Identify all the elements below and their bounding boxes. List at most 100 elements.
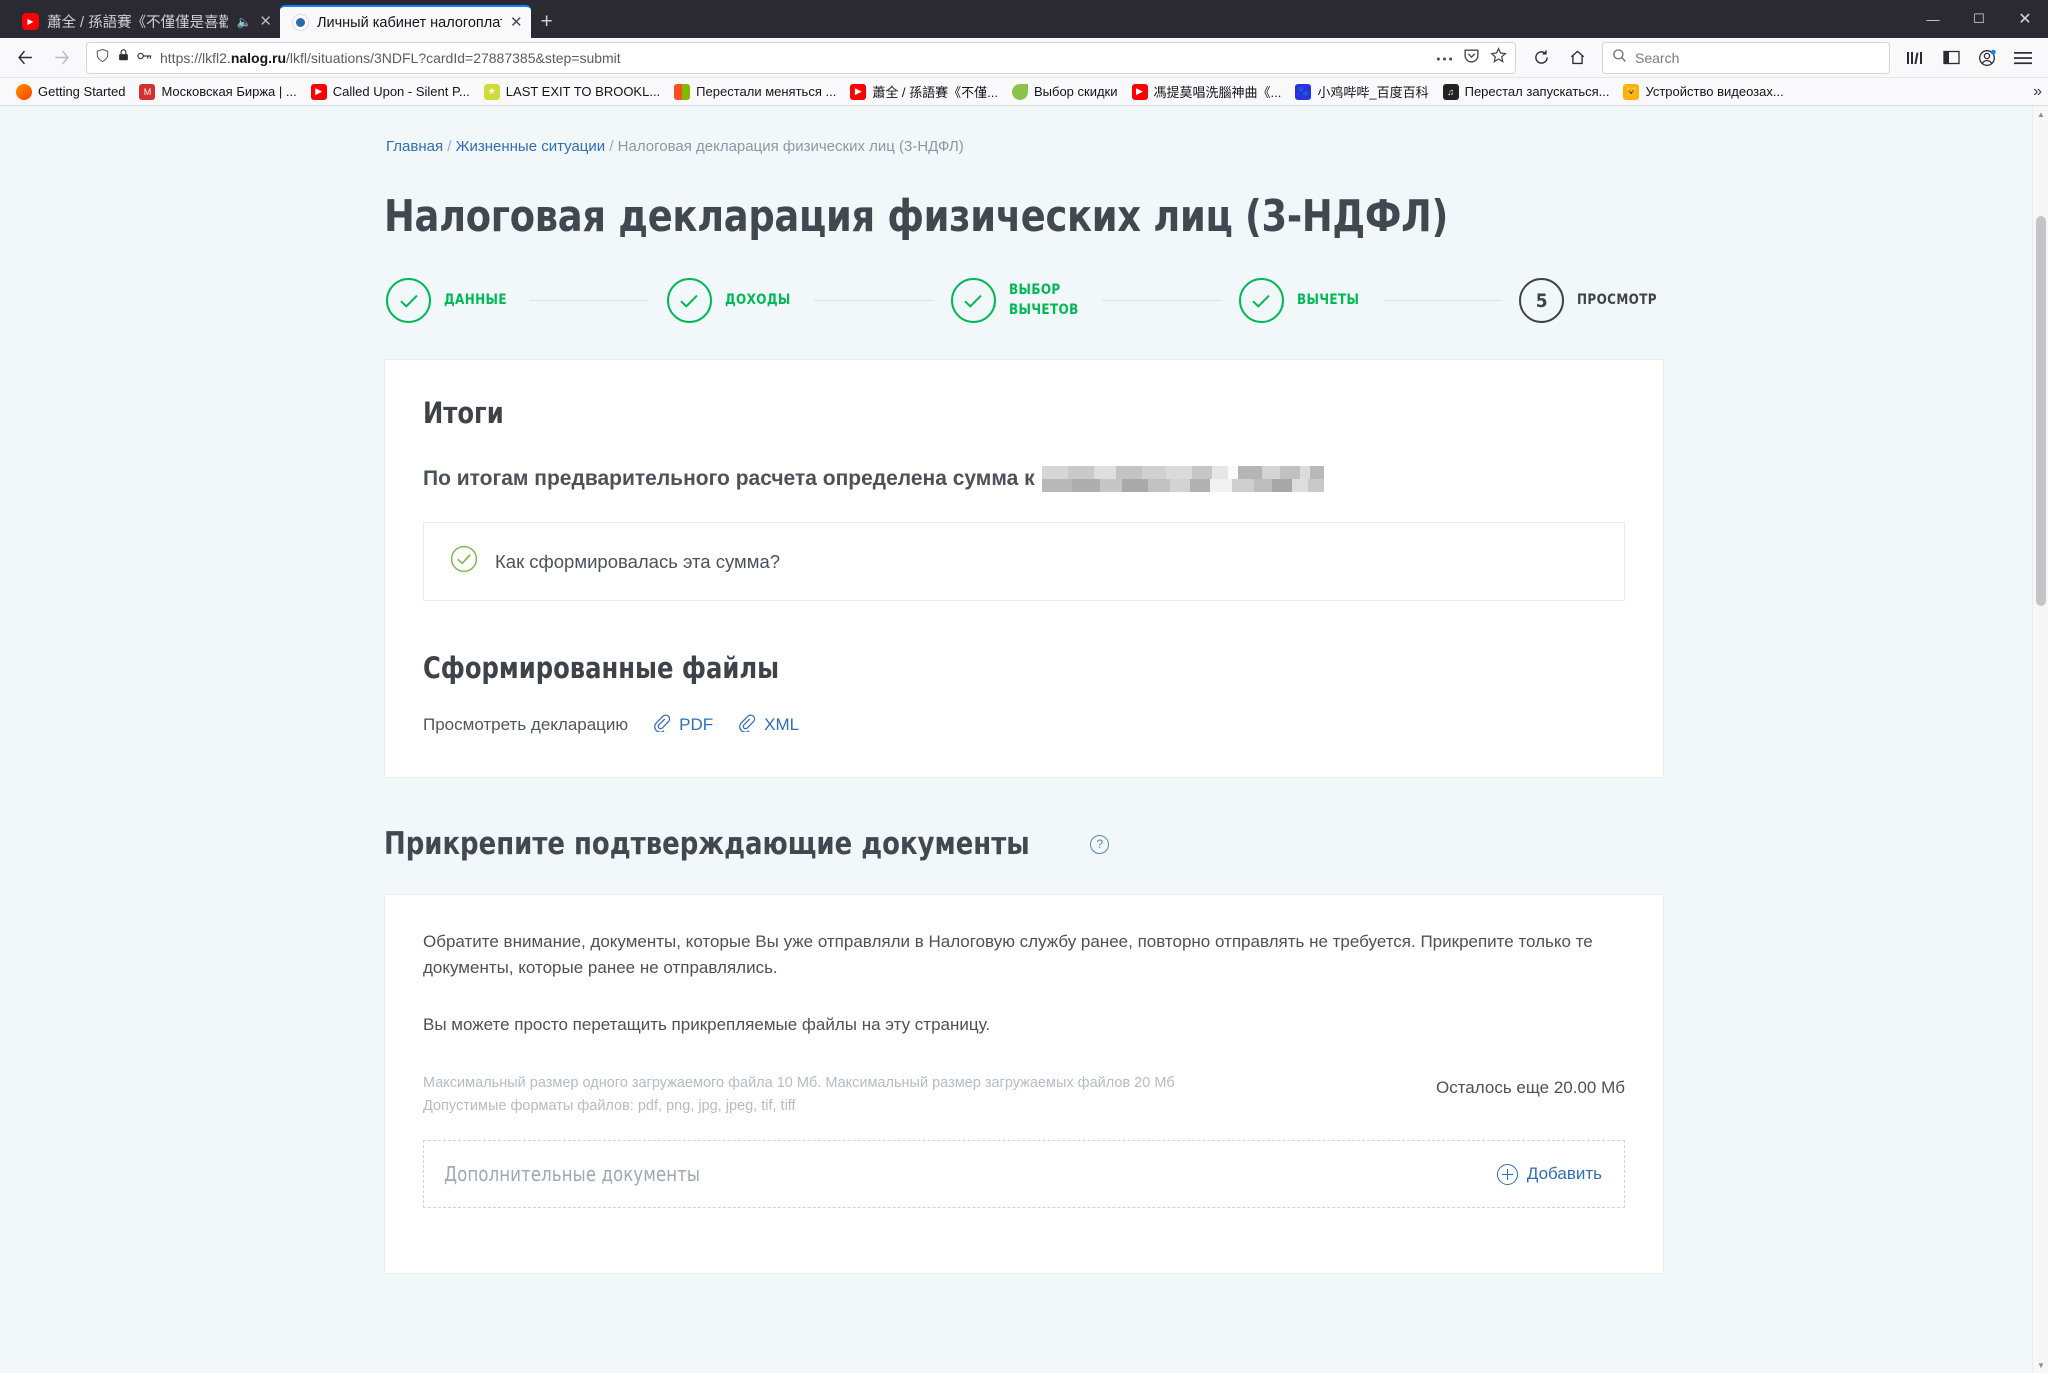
attach-card: Обратите внимание, документы, которые Вы… <box>384 894 1664 1274</box>
add-label: Добавить <box>1526 1164 1602 1184</box>
step-label: ДОХОДЫ <box>724 291 791 308</box>
reload-icon[interactable] <box>1524 42 1558 74</box>
menu-icon[interactable] <box>2006 42 2040 74</box>
attach-section-heading: Прикрепите подтверждающие документы ? <box>384 826 1664 862</box>
page-actions-icon[interactable] <box>1436 49 1453 67</box>
leaf-icon <box>1011 83 1028 100</box>
page-viewport: Главная / Жизненные ситуации / Налоговая… <box>0 106 2048 1373</box>
youtube-icon: ▶ <box>1131 83 1148 100</box>
file-dropzone[interactable]: Дополнительные документы Добавить <box>423 1140 1625 1209</box>
new-tab-button[interactable]: + <box>531 5 563 38</box>
cat-icon: 😺 <box>1623 83 1640 100</box>
window-close-button[interactable]: ✕ <box>2002 0 2048 38</box>
step-check-icon <box>1238 278 1284 323</box>
breadcrumb-separator: / <box>609 138 614 155</box>
forward-icon[interactable] <box>44 42 78 74</box>
paperclip-icon <box>652 713 671 737</box>
step-label: ВЫЧЕТЫ <box>1296 291 1360 308</box>
bookmark-item[interactable]: Выбор скидки <box>1006 82 1124 102</box>
step-check-icon <box>386 278 431 323</box>
close-icon[interactable]: ✕ <box>510 15 523 30</box>
tab-title: Личный кабинет налогоплате <box>317 14 502 31</box>
pdf-link[interactable]: PDF <box>652 713 713 737</box>
star-icon: ★ <box>483 83 500 100</box>
limit-formats-text: Допустимые форматы файлов: pdf, png, jpg… <box>423 1098 796 1115</box>
permissions-icon[interactable] <box>137 49 153 67</box>
page-title: Налоговая декларация физических лиц (3-Н… <box>384 191 1448 242</box>
baidu-icon: 🐾 <box>1295 83 1312 100</box>
browser-tab-1[interactable]: 蕭全 / 孫語賽《不僅僅是喜歡 🔈 ✕ <box>10 5 280 38</box>
search-input[interactable]: Search <box>1602 41 1890 74</box>
step-vybor-vychetov[interactable]: ВЫБОР ВЫЧЕТОВ <box>950 278 1085 323</box>
results-card: Итоги По итогам предварительного расчета… <box>384 359 1664 778</box>
step-connector <box>530 300 649 301</box>
bookmark-item[interactable]: ▶ Called Upon - Silent P... <box>305 82 476 102</box>
attach-note-1: Обратите внимание, документы, которые Вы… <box>423 932 1593 978</box>
bookmark-item[interactable]: 😺 Устройство видеозах... <box>1617 82 1789 102</box>
step-check-icon <box>666 278 712 323</box>
how-formed-row[interactable]: Как сформировалась эта сумма? <box>423 522 1625 601</box>
step-vychety[interactable]: ВЫЧЕТЫ <box>1238 278 1365 323</box>
breadcrumb-home[interactable]: Главная <box>386 138 443 155</box>
dropzone-label: Дополнительные документы <box>444 1162 701 1187</box>
attach-heading-text: Прикрепите подтверждающие документы <box>384 826 1030 862</box>
bookmark-item[interactable]: Перестали меняться ... <box>668 82 842 102</box>
step-prosmotr[interactable]: 5 ПРОСМОТР <box>1519 278 1664 323</box>
bookmark-item[interactable]: ♫ Перестал запускаться... <box>1437 82 1616 102</box>
step-dannye[interactable]: ДАННЫЕ <box>386 278 512 323</box>
step-connector <box>814 300 933 301</box>
step-label: ДАННЫЕ <box>444 291 507 308</box>
pocket-icon[interactable] <box>1463 47 1480 69</box>
mute-icon[interactable]: 🔈 <box>236 15 251 29</box>
help-icon[interactable]: ? <box>1090 834 1110 854</box>
url-text: https://lkfl2.nalog.ru/lkfl/situations/3… <box>160 49 621 66</box>
shield-icon[interactable] <box>95 48 110 68</box>
step-label: ПРОСМОТР <box>1577 291 1658 308</box>
address-bar[interactable]: https://lkfl2.nalog.ru/lkfl/situations/3… <box>86 41 1516 74</box>
page-content: Главная / Жизненные ситуации / Налоговая… <box>384 106 1664 1274</box>
home-icon[interactable] <box>1560 42 1594 74</box>
breadcrumb-section[interactable]: Жизненные ситуации <box>456 138 606 155</box>
browser-toolbar: https://lkfl2.nalog.ru/lkfl/situations/3… <box>0 38 2048 78</box>
bookmark-item[interactable]: M Московская Биржа | ... <box>133 82 302 102</box>
sidebar-icon[interactable] <box>1934 42 1968 74</box>
close-icon[interactable]: ✕ <box>259 14 272 29</box>
step-dohody[interactable]: ДОХОДЫ <box>666 278 796 323</box>
breadcrumb: Главная / Жизненные ситуации / Налоговая… <box>384 138 1664 155</box>
page-scrollbar[interactable]: ▲ ▼ <box>2032 106 2048 1373</box>
bookmarks-overflow-button[interactable]: » <box>2027 78 2042 105</box>
tab-strip: 蕭全 / 孫語賽《不僅僅是喜歡 🔈 ✕ Личный кабинет налог… <box>0 0 563 38</box>
youtube-icon <box>22 13 39 30</box>
scroll-thumb[interactable] <box>2036 216 2046 606</box>
browser-tab-2[interactable]: Личный кабинет налогоплате ✕ <box>280 5 531 38</box>
xml-link[interactable]: XML <box>737 713 799 737</box>
bookmarks-bar: Getting Started M Московская Биржа | ... … <box>0 78 2048 106</box>
bookmark-item[interactable]: ★ LAST EXIT TO BROOKL... <box>478 82 666 102</box>
window-controls: — ☐ ✕ <box>1910 0 2048 38</box>
maximize-button[interactable]: ☐ <box>1956 0 2002 38</box>
redacted-amount <box>1041 466 1324 492</box>
audio-icon: ♫ <box>1442 83 1459 100</box>
back-icon[interactable] <box>8 42 42 74</box>
step-label: ВЫБОР ВЫЧЕТОВ <box>1008 281 1079 318</box>
files-label: Просмотреть декларацию <box>423 715 629 734</box>
bookmark-item[interactable]: ▶ 馮提莫唱洗腦神曲《... <box>1126 80 1288 103</box>
bookmark-star-icon[interactable] <box>1490 46 1507 69</box>
summary-line: По итогам предварительного расчета опред… <box>423 466 1625 492</box>
tab-title: 蕭全 / 孫語賽《不僅僅是喜歡 <box>47 15 229 31</box>
minimize-button[interactable]: — <box>1910 0 1956 38</box>
add-document-button[interactable]: Добавить <box>1496 1163 1602 1185</box>
account-icon[interactable] <box>1970 42 2004 74</box>
bookmark-item[interactable]: 🐾 小鸡哔哔_百度百科 <box>1289 80 1434 103</box>
bookmark-item[interactable]: ▶ 蕭全 / 孫語賽《不僅... <box>844 80 1004 103</box>
step-check-icon <box>950 278 996 323</box>
how-formed-label: Как сформировалась эта сумма? <box>495 550 781 572</box>
remaining-quota: Осталось еще 20.00 Мб <box>1435 1078 1625 1098</box>
library-icon[interactable] <box>1898 42 1932 74</box>
scroll-up-arrow[interactable]: ▲ <box>2033 106 2048 122</box>
search-icon <box>1612 48 1627 68</box>
scroll-down-arrow[interactable]: ▼ <box>2033 1357 2048 1373</box>
lock-icon[interactable] <box>117 48 130 67</box>
bookmark-item[interactable]: Getting Started <box>10 82 131 102</box>
plus-icon <box>1496 1163 1518 1185</box>
